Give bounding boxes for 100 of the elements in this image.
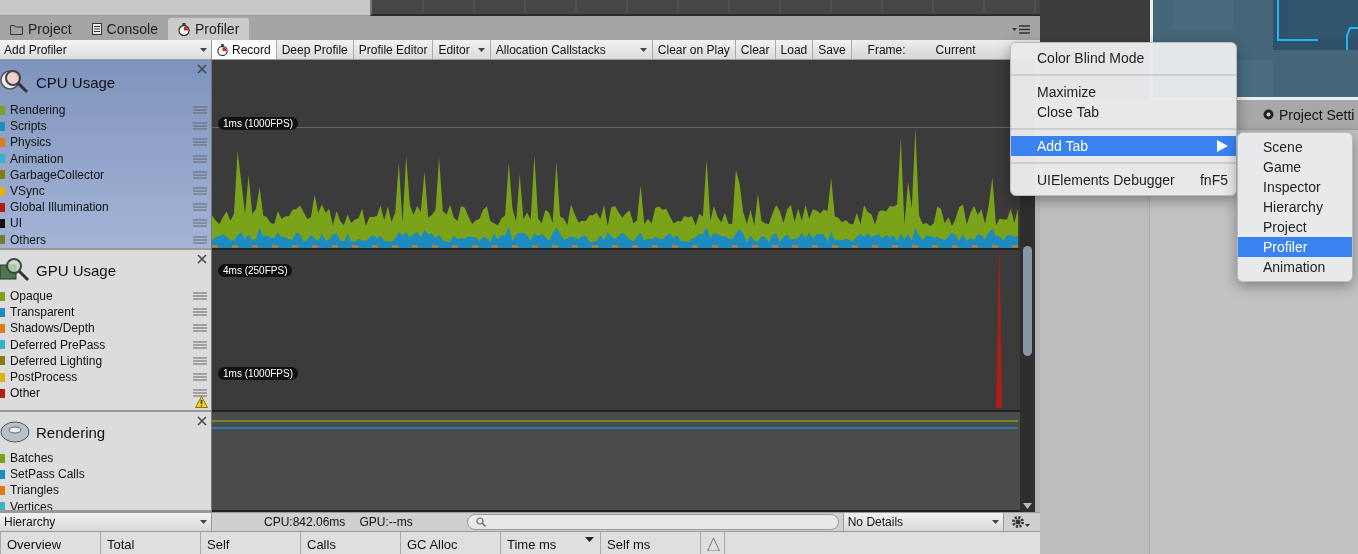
toolbar-button[interactable]: Load: [775, 40, 814, 59]
dropdown[interactable]: Editor: [433, 40, 491, 59]
legend-label: UI: [10, 216, 23, 231]
gear-icon: [1262, 108, 1275, 121]
legend-label: Other: [10, 386, 41, 401]
add-profiler-dropdown[interactable]: Add Profiler: [0, 40, 212, 59]
toolbar-button[interactable]: Save: [813, 40, 852, 59]
legend-label: Batches: [10, 451, 55, 466]
drag-handle-icon[interactable]: [193, 203, 207, 212]
menu-item[interactable]: Project: [1238, 217, 1352, 237]
menu-item[interactable]: Inspector: [1238, 177, 1352, 197]
close-icon[interactable]: [197, 254, 207, 264]
caret-icon: [200, 47, 207, 52]
drag-handle-icon[interactable]: [193, 187, 207, 196]
gpu-time: GPU:--ms: [359, 515, 413, 529]
menu-item[interactable]: Hierarchy: [1238, 197, 1352, 217]
graph-label: 1ms (1000FPS): [218, 117, 299, 130]
legend-label: Scripts: [10, 119, 48, 134]
details-dropdown[interactable]: No Details: [842, 513, 1003, 531]
profiler-module[interactable]: Rendering Batches SetPass Calls Triangles Vertices: [0, 412, 211, 512]
menu-item[interactable]: Animation: [1238, 257, 1352, 277]
column-header[interactable]: Overview: [0, 532, 100, 554]
shortcut-label: fnF5: [1200, 172, 1228, 188]
drag-handle-icon[interactable]: [193, 308, 207, 317]
module-title: Rendering: [36, 423, 106, 441]
drag-handle-icon[interactable]: [193, 389, 207, 398]
legend-label: Rendering: [10, 103, 67, 118]
drag-handle-icon[interactable]: [193, 154, 207, 163]
caret-icon: [477, 47, 485, 52]
search-field[interactable]: [466, 514, 839, 530]
legend-label: Triangles: [10, 483, 60, 498]
menu-item[interactable]: Add Tab: [1011, 136, 1236, 156]
toolbar-button[interactable]: Record: [212, 40, 277, 59]
toolbar-button[interactable]: Profile Editor: [353, 40, 434, 59]
legend-label: Others: [10, 232, 47, 247]
caret-icon: [200, 520, 207, 524]
drag-handle-icon[interactable]: [193, 356, 207, 365]
close-icon[interactable]: [197, 416, 207, 426]
profiler-module[interactable]: GPU Usage Opaque Transparent Shadows/Depth Deferred PrePass Deferred Lighting PostProcess Other: [0, 250, 211, 412]
graph-label: 1ms (1000FPS): [218, 367, 299, 380]
drag-handle-icon[interactable]: [193, 235, 207, 244]
menu-item[interactable]: Profiler: [1238, 237, 1352, 257]
menu-item[interactable]: Close Tab: [1011, 102, 1236, 122]
legend-label: Transparent: [10, 305, 76, 320]
menu-item[interactable]: Maximize: [1011, 82, 1236, 102]
legend-label: Vertices: [10, 499, 54, 510]
view-dropdown[interactable]: Hierarchy: [0, 513, 212, 531]
cpu-time: CPU:842.06ms: [264, 515, 346, 529]
menu-item[interactable]: Game: [1238, 157, 1352, 177]
menu-item-label: Add Tab: [1037, 138, 1089, 154]
drag-handle-icon[interactable]: [193, 340, 207, 349]
tab[interactable]: Project Setti: [1262, 106, 1355, 123]
tab[interactable]: Console: [81, 18, 168, 40]
frame-label: Frame:: [866, 41, 907, 59]
drag-handle-icon[interactable]: [193, 373, 207, 382]
close-icon[interactable]: [197, 64, 207, 74]
search-icon: [475, 517, 486, 527]
menu-item-label: Close Tab: [1037, 104, 1099, 120]
scrollbar-thumb[interactable]: [1023, 246, 1032, 356]
column-header[interactable]: GC Alloc: [400, 532, 500, 554]
menu-item[interactable]: Color Blind Mode: [1011, 48, 1236, 68]
toolbar-button[interactable]: Deep Profile: [276, 40, 354, 59]
column-header[interactable]: Self ms: [600, 532, 700, 554]
legend-label: GarbageCollector: [10, 167, 106, 182]
legend-label: SetPass Calls: [10, 467, 86, 482]
drag-handle-icon[interactable]: [193, 106, 207, 115]
legend-label: Shadows/Depth: [10, 321, 96, 336]
tab[interactable]: Profiler: [167, 18, 250, 40]
column-header[interactable]: Time ms: [500, 532, 600, 554]
drag-handle-icon[interactable]: [193, 138, 207, 147]
legend-label: PostProcess: [10, 370, 79, 385]
drag-handle-icon[interactable]: [193, 219, 207, 228]
column-header[interactable]: Calls: [300, 532, 400, 554]
frame-value: Current: [934, 41, 977, 59]
profiler-module[interactable]: CPU Usage Rendering Scripts Physics Animation GarbageCollector VSync Global Illumination UI Others: [0, 60, 211, 250]
dropdown[interactable]: Allocation Callstacks: [490, 40, 653, 59]
menu-item-label: Color Blind Mode: [1037, 50, 1145, 66]
legend-label: Deferred PrePass: [10, 337, 107, 352]
drag-handle-icon[interactable]: [193, 324, 207, 333]
stopwatch-icon: [177, 22, 190, 36]
menu-item[interactable]: UIElements Debugger fnF5: [1011, 170, 1236, 190]
menu-item[interactable]: Scene: [1238, 137, 1352, 157]
module-title: CPU Usage: [36, 73, 116, 91]
submenu-arrow-icon: [1217, 140, 1228, 152]
toolbar-button[interactable]: Clear on Play: [652, 40, 736, 59]
menu-icon[interactable]: [1012, 25, 1030, 34]
column-header[interactable]: Self: [200, 532, 300, 554]
drag-handle-icon[interactable]: [193, 122, 207, 131]
document-icon: [91, 23, 102, 35]
drag-handle-icon[interactable]: [193, 292, 207, 301]
tab[interactable]: Project: [0, 18, 82, 40]
folder-icon: [10, 23, 23, 35]
column-header[interactable]: Total: [100, 532, 200, 554]
scroll-down-icon[interactable]: [1023, 503, 1032, 509]
settings-icon[interactable]: [1010, 515, 1031, 529]
drag-handle-icon[interactable]: [193, 170, 207, 179]
toolbar-button[interactable]: Clear: [735, 40, 776, 59]
menu-item-label: Maximize: [1037, 84, 1097, 100]
warning-icon: [707, 537, 720, 551]
legend-label: Animation: [10, 151, 65, 166]
